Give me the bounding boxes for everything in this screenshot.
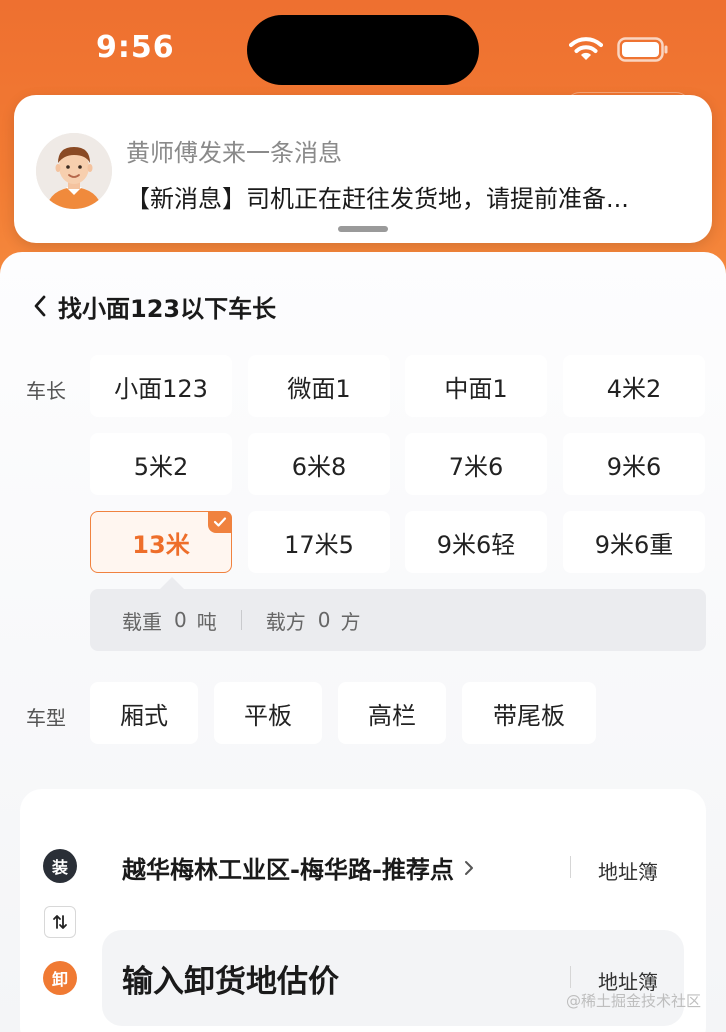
type-option[interactable]: 高栏 (338, 682, 446, 744)
length-option-label: 7米6 (448, 452, 504, 481)
check-icon (213, 517, 227, 527)
length-option[interactable]: 7米6 (405, 433, 547, 495)
load-weight: 载重 0 吨 (122, 606, 217, 635)
type-option[interactable]: 带尾板 (462, 682, 596, 744)
length-option-label: 9米6 (606, 452, 662, 481)
length-option-label: 5米2 (133, 452, 189, 481)
length-option-label: 小面123 (114, 374, 208, 403)
notification-message: 【新消息】司机正在赶往发货地，请提前准备... (126, 185, 629, 213)
type-option[interactable]: 厢式 (90, 682, 198, 744)
length-option[interactable]: 9米6重 (563, 511, 705, 573)
type-option-label: 厢式 (120, 701, 168, 730)
dynamic-island (247, 15, 479, 85)
chevron-left-icon (34, 295, 46, 317)
notification-title: 黄师傅发来一条消息 (126, 139, 342, 167)
length-option-label: 微面1 (287, 374, 351, 403)
length-option[interactable]: 17米5 (248, 511, 390, 573)
length-option-label: 4米2 (606, 374, 662, 403)
watermark: @稀土掘金技术社区 (566, 992, 702, 1010)
notification-grabber[interactable] (338, 226, 388, 232)
length-option-label: 6米8 (291, 452, 347, 481)
address-divider (570, 856, 571, 878)
unload-placeholder: 输入卸货地估价 (122, 964, 339, 1000)
length-option[interactable]: 6米8 (248, 433, 390, 495)
length-option-label: 9米6轻 (436, 530, 516, 559)
app-screen: 9:56 黄师傅发来一条消息 【新消息】司机正在赶往发货地，请提前准备... 找… (0, 0, 726, 1032)
load-volume: 载方 0 方 (266, 606, 361, 635)
load-badge: 装 (43, 849, 77, 883)
driver-avatar (36, 133, 112, 209)
chevron-right-icon (464, 860, 473, 875)
capacity-info: 载重 0 吨 载方 0 方 (90, 589, 706, 651)
type-option-label: 带尾板 (493, 701, 565, 730)
page-title: 找小面123以下车长 (58, 294, 277, 323)
unload-address-input[interactable]: 输入卸货地估价 (102, 930, 684, 1026)
status-bar: 9:56 (0, 0, 726, 100)
battery-icon (617, 37, 668, 62)
type-option-label: 高栏 (368, 701, 416, 730)
length-option-label: 9米6重 (594, 530, 674, 559)
load-weight-value: 0 (174, 608, 187, 632)
vehicle-length-label: 车长 (26, 379, 66, 403)
status-time: 9:56 (96, 30, 175, 65)
type-option-label: 平板 (244, 701, 292, 730)
unload-badge: 卸 (43, 961, 77, 995)
type-option[interactable]: 平板 (214, 682, 322, 744)
load-volume-value: 0 (317, 608, 331, 632)
load-address[interactable]: 越华梅林工业区-梅华路-推荐点 (122, 850, 476, 885)
address-divider (570, 966, 571, 988)
length-option[interactable]: 小面123 (90, 355, 232, 417)
load-volume-label: 载方 (265, 609, 306, 634)
capacity-pointer (160, 577, 184, 589)
length-option[interactable]: 9米6 (563, 433, 705, 495)
length-option[interactable]: 微面1 (248, 355, 390, 417)
capacity-divider (240, 610, 242, 630)
length-option-label: 13米 (132, 530, 190, 559)
length-option-label: 17米5 (284, 530, 354, 559)
load-weight-unit: 吨 (196, 609, 217, 634)
load-volume-unit: 方 (340, 609, 361, 634)
length-option[interactable]: 中面1 (405, 355, 547, 417)
load-weight-label: 载重 (122, 609, 162, 634)
swap-address-button[interactable] (44, 906, 76, 938)
vehicle-type-label: 车型 (26, 706, 66, 730)
back-button[interactable]: 找小面123以下车长 (30, 288, 276, 324)
swap-icon (53, 915, 67, 929)
wifi-icon (569, 37, 603, 60)
length-option[interactable]: 4米2 (563, 355, 705, 417)
length-option-label: 中面1 (444, 374, 508, 403)
load-address-text: 越华梅林工业区-梅华路-推荐点 (122, 856, 454, 884)
notification-banner[interactable]: 黄师傅发来一条消息 【新消息】司机正在赶往发货地，请提前准备... (14, 95, 712, 243)
length-option[interactable]: 9米6轻 (405, 511, 547, 573)
load-address-book-button[interactable]: 地址簿 (598, 856, 658, 885)
driver-avatar-illustration (36, 133, 112, 209)
length-option-selected[interactable]: 13米 (90, 511, 232, 573)
length-option[interactable]: 5米2 (90, 433, 232, 495)
selected-check-badge (208, 511, 232, 533)
